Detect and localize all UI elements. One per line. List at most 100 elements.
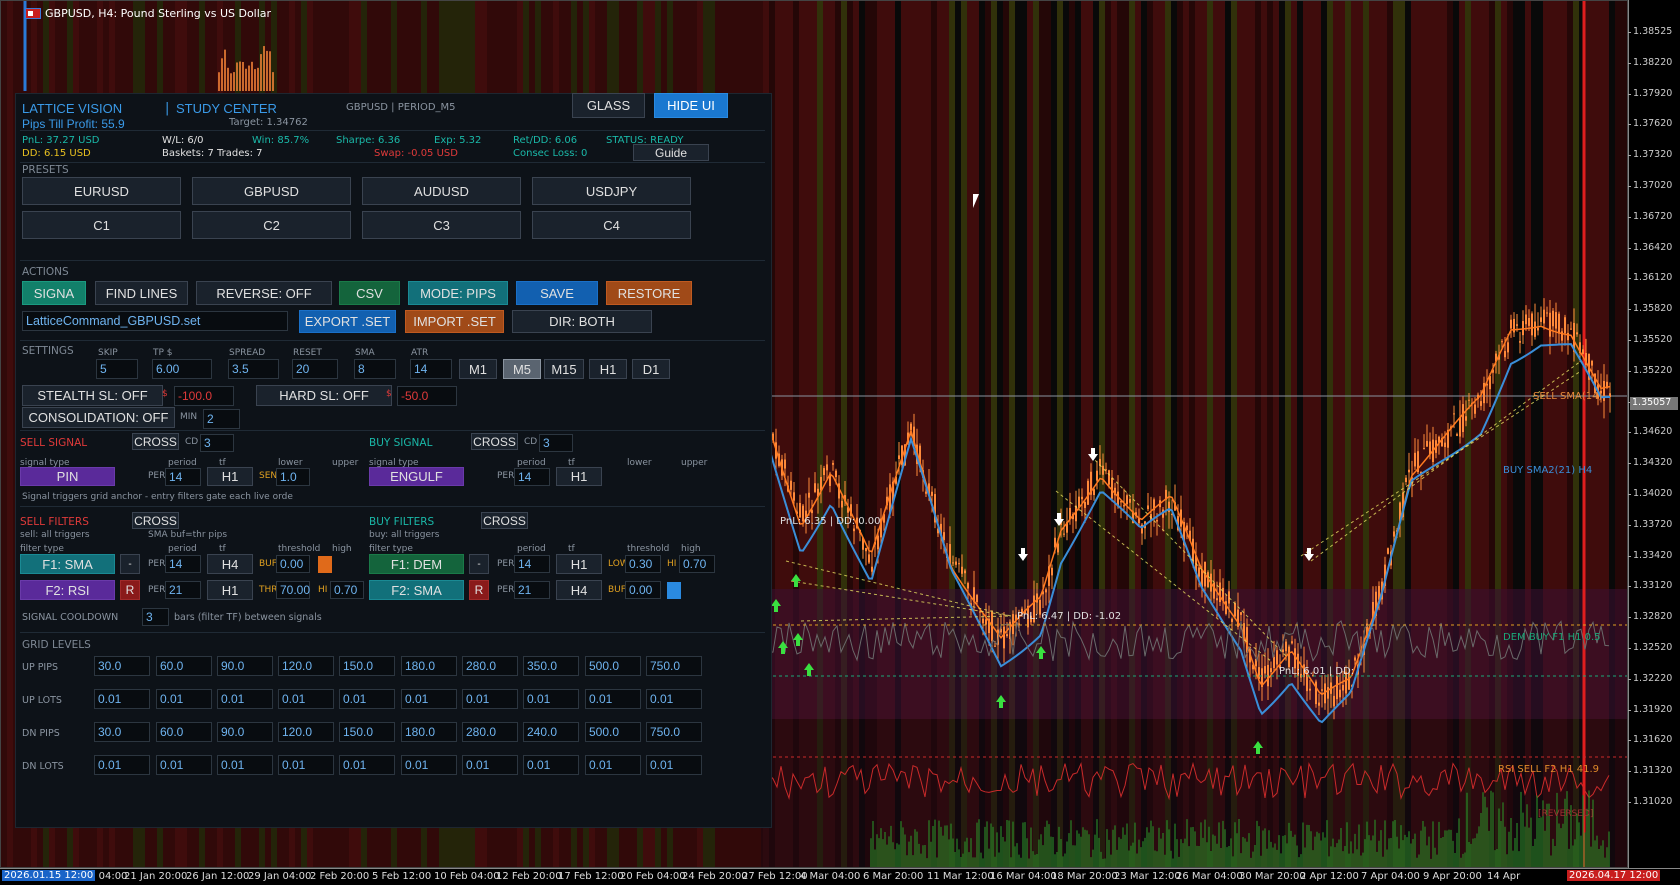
grid-cell-input[interactable]: 0.01	[94, 755, 150, 775]
find-lines-button[interactable]: FIND LINES	[95, 281, 188, 305]
buy-signal-type-button[interactable]: ENGULF	[369, 467, 464, 486]
sell-f2-r-button[interactable]: R	[120, 580, 140, 600]
grid-cell-input[interactable]: 0.01	[646, 755, 702, 775]
sell-f1-buf-input[interactable]: 0.00	[276, 555, 310, 573]
grid-cell-input[interactable]: 0.01	[278, 755, 334, 775]
grid-cell-input[interactable]: 0.01	[585, 689, 641, 709]
grid-cell-input[interactable]: 350.0	[523, 656, 579, 676]
grid-cell-input[interactable]: 500.0	[585, 722, 641, 742]
hard-sl-input[interactable]: -50.0	[397, 386, 457, 406]
set-file-input[interactable]: LatticeCommand_GBPUSD.set	[22, 311, 288, 331]
sell-f1-tf-button[interactable]: H4	[207, 554, 253, 574]
grid-cell-input[interactable]: 90.0	[217, 722, 273, 742]
sell-f1-per-input[interactable]: 14	[165, 555, 201, 573]
reset-input[interactable]: 20	[292, 359, 338, 379]
preset-button-c1[interactable]: C1	[22, 211, 181, 239]
buy-f1-tf-button[interactable]: H1	[556, 554, 602, 574]
preset-button-usdjpy[interactable]: USDJPY	[532, 177, 691, 205]
grid-cell-input[interactable]: 0.01	[523, 755, 579, 775]
grid-cell-input[interactable]: 30.0	[94, 656, 150, 676]
sell-f2-button[interactable]: F2: RSI	[20, 580, 115, 600]
sell-sen-input[interactable]: 1.0	[276, 468, 310, 486]
guide-button[interactable]: Guide	[633, 144, 709, 161]
buy-f2-button[interactable]: F2: SMA	[369, 580, 464, 600]
grid-cell-input[interactable]: 240.0	[523, 722, 579, 742]
grid-cell-input[interactable]: 0.01	[585, 755, 641, 775]
grid-cell-input[interactable]: 150.0	[339, 656, 395, 676]
grid-cell-input[interactable]: 0.01	[401, 689, 457, 709]
grid-cell-input[interactable]: 0.01	[156, 755, 212, 775]
buy-cd-input[interactable]: 3	[539, 434, 573, 452]
sma-input[interactable]: 8	[354, 359, 396, 379]
grid-cell-input[interactable]: 0.01	[462, 689, 518, 709]
grid-cell-input[interactable]: 750.0	[646, 656, 702, 676]
grid-cell-input[interactable]: 0.01	[339, 755, 395, 775]
buy-f1-hi-input[interactable]: 0.70	[679, 555, 715, 573]
atr-input[interactable]: 14	[410, 359, 452, 379]
restore-button[interactable]: RESTORE	[606, 281, 692, 305]
sell-f1-color-swatch[interactable]	[318, 556, 332, 573]
sell-f2-per-input[interactable]: 21	[165, 581, 201, 599]
buy-f1-per-input[interactable]: 14	[514, 555, 550, 573]
save-button[interactable]: SAVE	[516, 281, 598, 305]
sell-f1-button[interactable]: F1: SMA	[20, 554, 115, 574]
sell-signal-type-button[interactable]: PIN	[20, 467, 115, 486]
spread-input[interactable]: 3.5	[228, 359, 279, 379]
csv-button[interactable]: CSV	[339, 281, 400, 305]
cooldown-input[interactable]: 3	[142, 608, 169, 626]
skip-input[interactable]: 5	[96, 359, 138, 379]
buy-signal-cross-button[interactable]: CROSS	[471, 433, 518, 450]
grid-cell-input[interactable]: 0.01	[339, 689, 395, 709]
grid-cell-input[interactable]: 280.0	[462, 656, 518, 676]
sell-signal-cross-button[interactable]: CROSS	[132, 433, 179, 450]
grid-cell-input[interactable]: 750.0	[646, 722, 702, 742]
price-axis[interactable]: 1.38525 1.38220 1.37920 1.37620 1.37320 1.370…	[1627, 0, 1680, 868]
grid-cell-input[interactable]: 500.0	[585, 656, 641, 676]
glass-button[interactable]: GLASS	[572, 93, 645, 118]
tf-button-m5[interactable]: M5	[503, 359, 541, 379]
sell-f2-thr-input[interactable]: 70.00	[276, 581, 310, 599]
sell-filters-cross-button[interactable]: CROSS	[132, 512, 179, 529]
grid-cell-input[interactable]: 0.01	[217, 689, 273, 709]
buy-f2-color-swatch[interactable]	[667, 582, 681, 599]
buy-per-input[interactable]: 14	[514, 468, 550, 486]
sell-cd-input[interactable]: 3	[200, 434, 234, 452]
consolidation-button[interactable]: CONSOLIDATION: OFF	[22, 407, 175, 428]
sell-f2-hi-input[interactable]: 0.70	[330, 581, 364, 599]
sell-f2-tf-button[interactable]: H1	[207, 580, 253, 600]
tf-button-m1[interactable]: M1	[459, 359, 497, 379]
buy-f2-tf-button[interactable]: H4	[556, 580, 602, 600]
preset-button-audusd[interactable]: AUDUSD	[362, 177, 521, 205]
hide-ui-button[interactable]: HIDE UI	[654, 93, 728, 118]
grid-cell-input[interactable]: 0.01	[94, 689, 150, 709]
import-set-button[interactable]: IMPORT .SET	[405, 310, 504, 333]
grid-cell-input[interactable]: 280.0	[462, 722, 518, 742]
buy-f2-r-button[interactable]: R	[469, 580, 489, 600]
reverse-button[interactable]: REVERSE: OFF	[196, 281, 332, 305]
preset-button-c3[interactable]: C3	[362, 211, 521, 239]
preset-button-c4[interactable]: C4	[532, 211, 691, 239]
chart-window-icon[interactable]	[25, 8, 41, 19]
grid-cell-input[interactable]: 0.01	[156, 689, 212, 709]
buy-tf-button[interactable]: H1	[556, 467, 602, 486]
grid-cell-input[interactable]: 0.01	[646, 689, 702, 709]
export-set-button[interactable]: EXPORT .SET	[299, 310, 396, 333]
tf-button-m15[interactable]: M15	[544, 359, 584, 379]
sell-per-input[interactable]: 14	[165, 468, 201, 486]
tp-input[interactable]: 6.00	[152, 359, 212, 379]
preset-button-eurusd[interactable]: EURUSD	[22, 177, 181, 205]
study-center-title[interactable]: STUDY CENTER	[176, 101, 277, 116]
grid-cell-input[interactable]: 60.0	[156, 656, 212, 676]
grid-cell-input[interactable]: 120.0	[278, 656, 334, 676]
signa-button[interactable]: SIGNA	[22, 281, 86, 305]
sell-f1-minus-button[interactable]: -	[120, 554, 140, 574]
tf-button-d1[interactable]: D1	[632, 359, 670, 379]
grid-cell-input[interactable]: 120.0	[278, 722, 334, 742]
buy-f1-low-input[interactable]: 0.30	[625, 555, 661, 573]
time-axis[interactable]: 14 Apr 9 Apr 20:00 7 Apr 04:00 2 Apr 12:00 3…	[0, 868, 1680, 885]
min-input[interactable]: 2	[203, 409, 240, 429]
grid-cell-input[interactable]: 60.0	[156, 722, 212, 742]
grid-cell-input[interactable]: 150.0	[339, 722, 395, 742]
buy-f2-buf-input[interactable]: 0.00	[625, 581, 661, 599]
grid-cell-input[interactable]: 180.0	[401, 656, 457, 676]
